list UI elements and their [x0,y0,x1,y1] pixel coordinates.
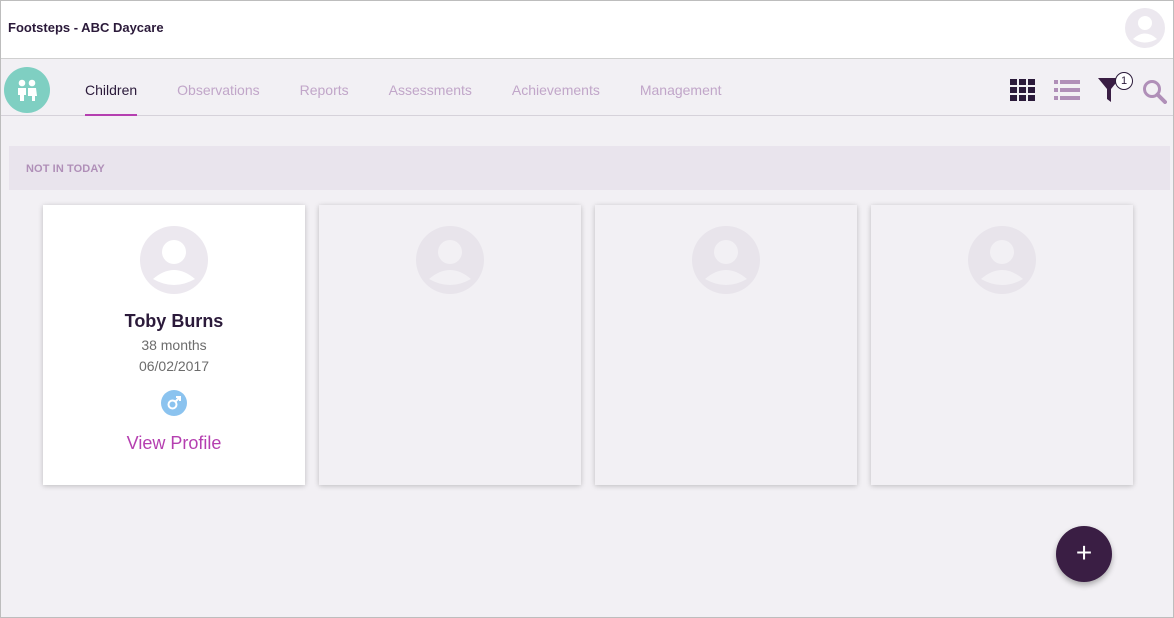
children-icon[interactable] [4,67,50,113]
child-avatar-icon [139,225,209,295]
male-icon [161,390,187,416]
placeholder-avatar-icon [691,225,761,295]
add-button[interactable]: + [1056,526,1112,582]
tab-children[interactable]: Children [85,59,138,116]
child-name: Toby Burns [124,311,224,331]
top-bar: Footsteps - ABC Daycare [1,1,1173,59]
app-title: Footsteps - ABC Daycare [8,20,164,35]
grid-view-icon[interactable] [1010,59,1036,116]
tab-reports[interactable]: Reports [300,59,349,116]
tab-management[interactable]: Management [640,59,722,116]
tab-achievements[interactable]: Achievements [512,59,600,116]
search-icon[interactable] [1142,59,1168,116]
child-card: Toby Burns 38 months 06/02/2017 View Pro… [43,205,305,485]
tab-assessments[interactable]: Assessments [389,59,472,116]
view-profile-link[interactable]: View Profile [43,433,305,454]
child-age: 38 months [141,337,207,353]
placeholder-card [595,205,857,485]
user-avatar-icon[interactable] [1125,8,1165,48]
list-view-icon[interactable] [1054,59,1080,116]
placeholder-card [871,205,1133,485]
section-header: NOT IN TODAY [9,146,1170,190]
filter-count-badge: 1 [1115,72,1133,90]
tab-observations[interactable]: Observations [177,59,259,116]
nav-bar: Children Observations Reports Assessment… [1,59,1173,116]
child-dob: 06/02/2017 [138,358,210,374]
section-title: NOT IN TODAY [26,163,105,175]
placeholder-avatar-icon [415,225,485,295]
nav-tabs: Children Observations Reports Assessment… [85,59,762,116]
placeholder-card [319,205,581,485]
placeholder-avatar-icon [967,225,1037,295]
